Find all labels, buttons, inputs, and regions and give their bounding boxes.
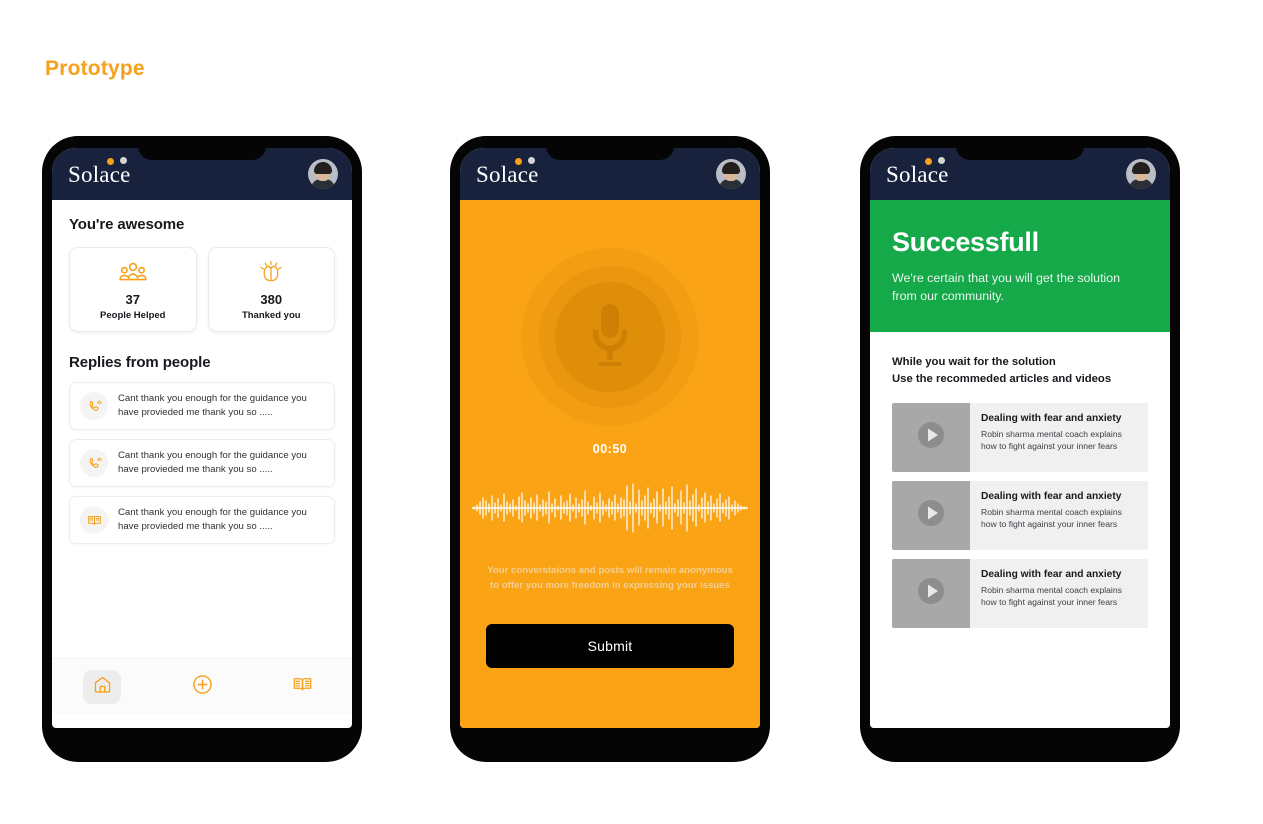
- avatar-eye-right: [326, 171, 328, 173]
- list-item[interactable]: Dealing with fear and anxiety Robin shar…: [892, 558, 1148, 628]
- play-icon: [916, 420, 946, 455]
- recording-timer: 00:50: [592, 442, 628, 456]
- replies-heading: Replies from people: [69, 354, 211, 371]
- solace-logo: Solace: [68, 156, 131, 187]
- stat-card-people-helped[interactable]: 37 People Helped: [69, 247, 197, 332]
- logo-white-dot-icon: [527, 156, 535, 164]
- video-meta: Dealing with fear and anxiety Robin shar…: [970, 481, 1148, 550]
- screen-recording: Solace 00:50 Your converstaions and post…: [460, 148, 760, 728]
- solace-logo-text: Solace: [68, 161, 131, 187]
- avatar-hair: [1132, 162, 1150, 174]
- logo-white-dot-icon: [119, 156, 127, 164]
- video-title: Dealing with fear and anxiety: [981, 568, 1122, 580]
- avatar-eye-right: [1144, 171, 1146, 173]
- audio-waveform: [472, 480, 748, 536]
- list-item[interactable]: Cant thank you enough for the guidance y…: [69, 496, 335, 544]
- home-icon: [93, 675, 112, 699]
- logo-orange-dot-icon: [924, 157, 932, 165]
- wait-line-1: While you wait for the solution: [892, 355, 1056, 368]
- phone-ring-icon: [80, 449, 108, 477]
- avatar-eye-left: [1137, 171, 1139, 173]
- reply-text: Cant thank you enough for the guidance y…: [118, 393, 307, 418]
- stat-card-thanked-you[interactable]: 380 Thanked you: [207, 247, 335, 332]
- home-content: You're awesome 37 People Helped 380 Than…: [52, 200, 352, 658]
- avatar[interactable]: [1126, 159, 1156, 189]
- avatar-hair: [314, 162, 332, 174]
- stat-value: 37: [125, 292, 140, 307]
- list-item[interactable]: Dealing with fear and anxiety Robin shar…: [892, 402, 1148, 472]
- phone-mockup-3: Solace Successfull We're certain that yo…: [860, 136, 1180, 762]
- sidebar-item-library[interactable]: [283, 670, 321, 704]
- reply-text: Cant thank you enough for the guidance y…: [118, 450, 307, 475]
- avatar[interactable]: [716, 159, 746, 189]
- open-book-icon: [292, 674, 313, 700]
- status-badge: Successfull We're certain that you will …: [870, 200, 1170, 332]
- video-description: Robin sharma mental coach explains how t…: [981, 506, 1122, 530]
- logo-orange-dot-icon: [106, 157, 114, 165]
- list-item[interactable]: Cant thank you enough for the guidance y…: [69, 439, 335, 487]
- solace-logo: Solace: [886, 156, 949, 187]
- phone-ring-icon: [80, 392, 108, 420]
- logo-orange-dot-icon: [514, 157, 522, 165]
- success-content: Successfull We're certain that you will …: [870, 200, 1170, 728]
- video-meta: Dealing with fear and anxiety Robin shar…: [970, 559, 1148, 628]
- wait-line-2: Use the recommeded articles and videos: [892, 372, 1112, 385]
- solace-logo-text: Solace: [476, 161, 539, 187]
- people-group-icon: [76, 259, 190, 285]
- anonymity-note: Your converstaions and posts will remain…: [487, 565, 733, 591]
- play-icon: [916, 576, 946, 611]
- plus-circle-icon: [192, 674, 213, 700]
- avatar-eye-left: [727, 171, 729, 173]
- video-title: Dealing with fear and anxiety: [981, 490, 1122, 502]
- video-description: Robin sharma mental coach explains how t…: [981, 584, 1122, 608]
- mic-button[interactable]: [521, 248, 699, 426]
- video-title: Dealing with fear and anxiety: [981, 412, 1122, 424]
- reply-text: Cant thank you enough for the guidance y…: [118, 507, 307, 532]
- recording-content: 00:50 Your converstaions and posts will …: [460, 200, 760, 728]
- video-thumbnail[interactable]: [892, 480, 970, 550]
- prototype-page: Prototype Solace You're awesome 37 Peopl…: [0, 0, 1263, 824]
- phone-notch: [546, 148, 674, 160]
- stat-label: Thanked you: [241, 310, 301, 321]
- replies-list: Cant thank you enough for the guidance y…: [69, 382, 335, 544]
- video-description: Robin sharma mental coach explains how t…: [981, 428, 1122, 452]
- video-thumbnail[interactable]: [892, 402, 970, 472]
- stats-row: 37 People Helped 380 Thanked you: [69, 247, 335, 332]
- video-list: Dealing with fear and anxiety Robin shar…: [892, 402, 1148, 628]
- open-book-icon: [80, 506, 108, 534]
- avatar-eye-left: [319, 171, 321, 173]
- list-item[interactable]: Cant thank you enough for the guidance y…: [69, 382, 335, 430]
- list-item[interactable]: Dealing with fear and anxiety Robin shar…: [892, 480, 1148, 550]
- avatar-eye-right: [734, 171, 736, 173]
- microphone-icon: [582, 300, 638, 375]
- submit-button[interactable]: Submit: [486, 623, 734, 668]
- recommendations-section: While you wait for the solution Use the …: [870, 332, 1170, 628]
- bottom-navigation: [52, 658, 352, 714]
- page-title: Prototype: [45, 57, 145, 80]
- stat-label: People Helped: [100, 310, 166, 321]
- screen-success: Solace Successfull We're certain that yo…: [870, 148, 1170, 728]
- phone-mockup-1: Solace You're awesome 37 People Helped 3…: [42, 136, 362, 762]
- solace-logo-text: Solace: [886, 161, 949, 187]
- success-title: Successfull: [892, 227, 1039, 257]
- logo-white-dot-icon: [937, 156, 945, 164]
- awesome-heading: You're awesome: [69, 216, 185, 233]
- stat-value: 380: [260, 292, 283, 307]
- sidebar-item-home[interactable]: [83, 669, 121, 704]
- avatar-hair: [722, 162, 740, 174]
- solace-logo: Solace: [476, 156, 539, 187]
- video-meta: Dealing with fear and anxiety Robin shar…: [970, 403, 1148, 472]
- video-thumbnail[interactable]: [892, 558, 970, 628]
- praying-hands-icon: [215, 259, 329, 285]
- phone-mockup-2: Solace 00:50 Your converstaions and post…: [450, 136, 770, 762]
- play-icon: [916, 498, 946, 533]
- success-subtitle: We're certain that you will get the solu…: [892, 271, 1121, 303]
- phone-notch: [956, 148, 1084, 160]
- phone-notch: [138, 148, 266, 160]
- screen-home: Solace You're awesome 37 People Helped 3…: [52, 148, 352, 728]
- avatar[interactable]: [308, 159, 338, 189]
- add-post-button[interactable]: [183, 670, 221, 704]
